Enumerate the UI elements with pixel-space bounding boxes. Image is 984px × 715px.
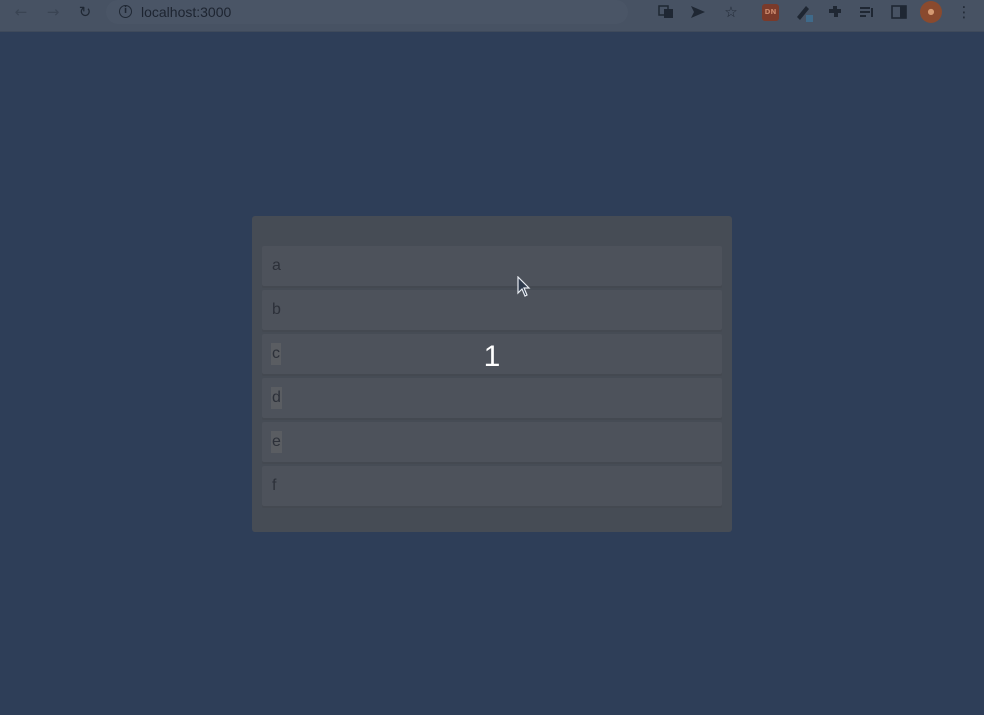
list-item[interactable]: d	[262, 378, 722, 418]
side-panel-icon[interactable]	[887, 0, 911, 24]
puzzle-icon[interactable]	[823, 0, 847, 24]
avatar[interactable]: ●	[920, 1, 942, 23]
list-item-label: b	[272, 301, 281, 318]
address-bar[interactable]: i localhost:3000 ☆	[106, 0, 738, 24]
mouse-cursor-icon	[517, 276, 531, 297]
browser-toolbar: ← → ↻ i localhost:3000 ☆ DN ● ⋮	[0, 0, 984, 32]
list-item-label: a	[272, 257, 281, 274]
list-item-label: c	[271, 343, 281, 365]
list-item[interactable]: f	[262, 466, 722, 506]
sortable-list: a b c d e f	[262, 246, 722, 510]
forward-icon[interactable]: →	[41, 0, 65, 24]
list-item[interactable]: b	[262, 290, 722, 330]
extension-icon[interactable]: DN	[762, 4, 779, 21]
list-item-label: f	[272, 477, 277, 494]
menu-icon[interactable]: ⋮	[952, 0, 976, 24]
reload-icon[interactable]: ↻	[73, 0, 97, 24]
list-item-label: d	[271, 387, 282, 409]
pen-icon[interactable]	[792, 0, 816, 24]
send-icon[interactable]	[686, 0, 710, 24]
reading-list-icon[interactable]	[855, 0, 879, 24]
back-icon[interactable]: ←	[9, 0, 33, 24]
list-item-label: e	[271, 431, 282, 453]
list-item[interactable]: a	[262, 246, 722, 286]
translate-icon[interactable]	[654, 0, 678, 24]
url-text: localhost:3000	[141, 4, 232, 20]
counter-value: 1	[483, 340, 501, 373]
star-icon[interactable]: ☆	[719, 0, 743, 24]
info-icon[interactable]: i	[119, 5, 132, 18]
list-item[interactable]: e	[262, 422, 722, 462]
